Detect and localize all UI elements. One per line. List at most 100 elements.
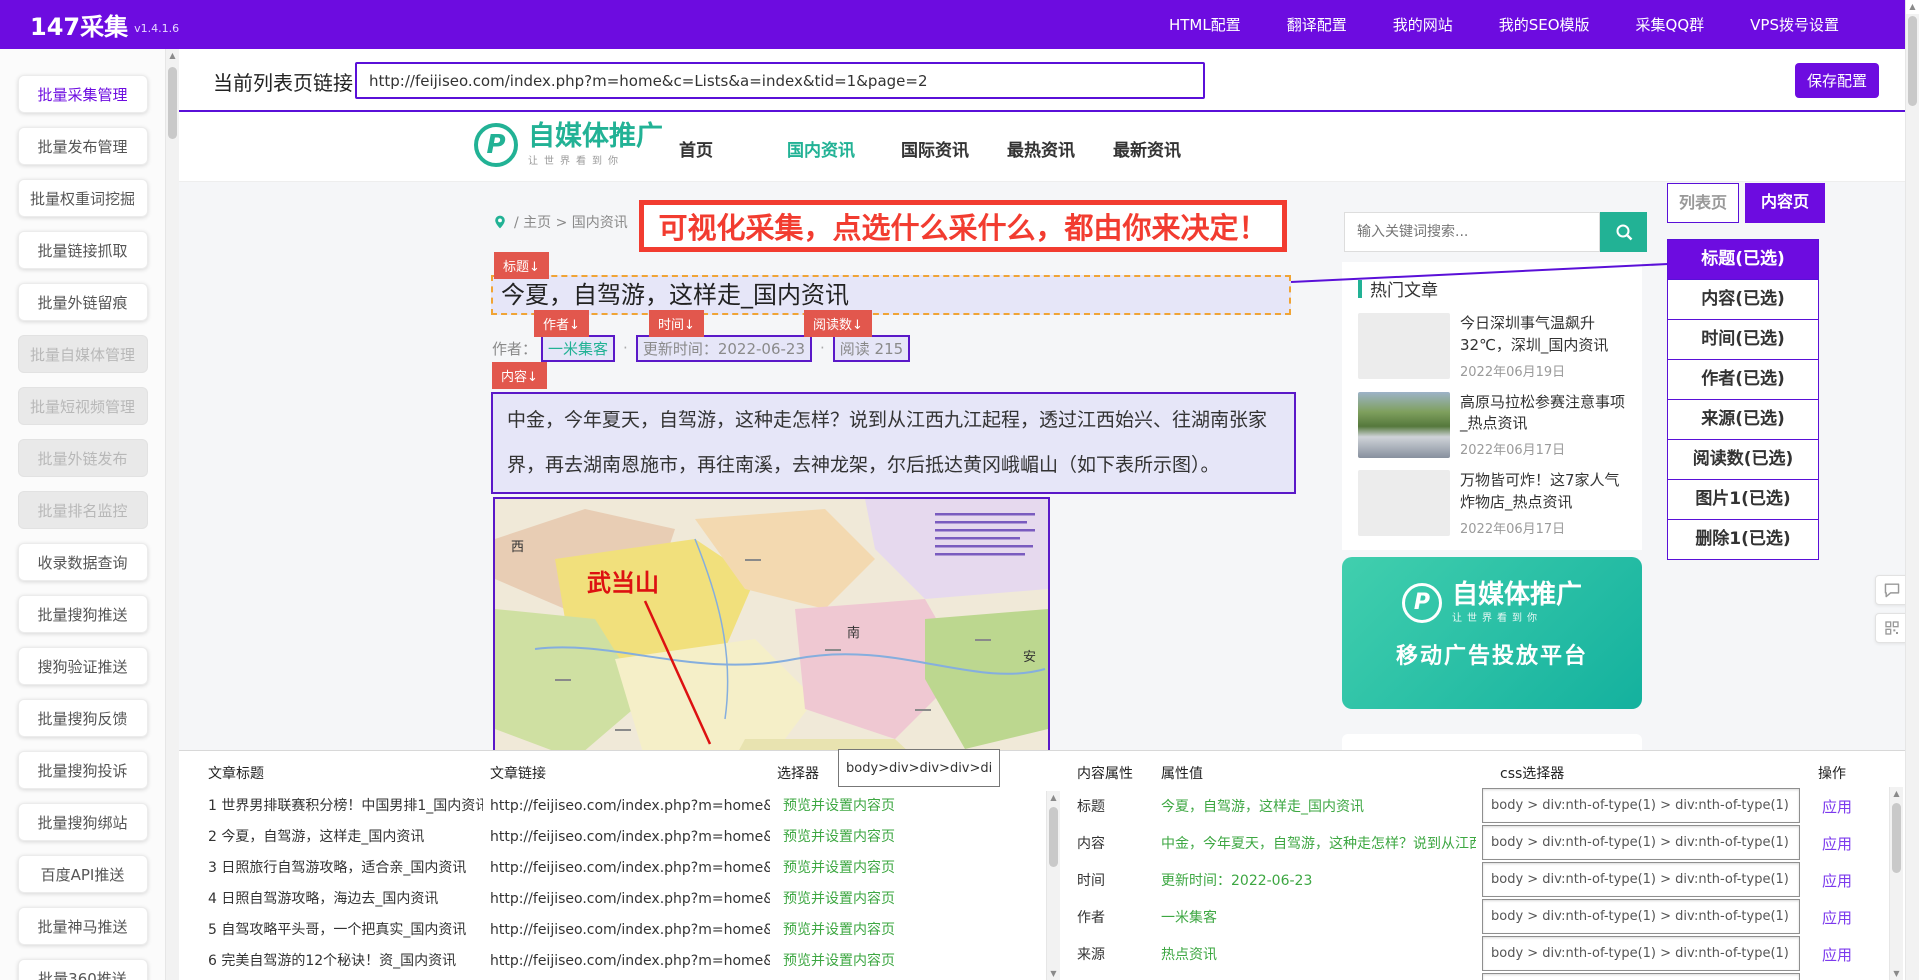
topnav-translate-config[interactable]: 翻译配置 (1287, 14, 1347, 35)
sitenav-domestic[interactable]: 国内资讯 (787, 136, 855, 161)
window-scrollbar[interactable]: ▲ (1905, 0, 1919, 980)
list-scroll-thumb[interactable] (1049, 807, 1058, 867)
field-title[interactable]: 标题(已选) (1667, 239, 1819, 280)
field-image1[interactable]: 图片1(已选) (1667, 479, 1819, 520)
sidebar-item-sogou-bind[interactable]: 批量搜狗绑站 (18, 803, 148, 841)
apply-link[interactable]: 应用 (1822, 944, 1852, 965)
field-content[interactable]: 内容(已选) (1667, 279, 1819, 320)
site-logo[interactable]: P 自媒体推广 让世界看到你 (474, 122, 663, 167)
ad-banner[interactable]: P 自媒体推广 让世界看到你 移动广告投放平台 (1342, 557, 1642, 709)
row-link[interactable]: http://feijiseo.com/index.php?m=home&c=V… (490, 822, 770, 853)
field-views[interactable]: 阅读数(已选) (1667, 439, 1819, 480)
field-time[interactable]: 时间(已选) (1667, 319, 1819, 360)
author-tag[interactable]: 作者↓ (534, 310, 589, 337)
sitenav-hottest[interactable]: 最热资讯 (1007, 136, 1075, 161)
window-scroll-thumb[interactable] (1908, 16, 1917, 106)
author-selection[interactable]: 一米集客 (541, 335, 615, 362)
article-title-selection[interactable]: 今夏，自驾游，这样走_国内资讯 (491, 275, 1291, 315)
hot-article-title[interactable]: 今日深圳事气温飙升32℃，深圳_国内资讯 (1460, 313, 1626, 357)
content-tag[interactable]: 内容↓ (492, 362, 547, 389)
sidebar-item-shenma-push[interactable]: 批量神马推送 (18, 907, 148, 945)
list-selector-input[interactable] (838, 749, 1000, 787)
scroll-up-icon[interactable]: ▲ (1906, 0, 1919, 14)
sidebar-scrollbar[interactable]: ▲ (165, 49, 179, 980)
row-link[interactable]: http://feijiseo.com/index.php?m=home&c=V… (490, 884, 770, 915)
sidebar-item-360-push[interactable]: 批量360推送 (18, 959, 148, 980)
topnav-html-config[interactable]: HTML配置 (1169, 14, 1241, 35)
hot-article-title[interactable]: 万物皆可炸！这7家人气炸物店_热点资讯 (1460, 470, 1626, 514)
views-selection[interactable]: 阅读 215 (833, 335, 910, 362)
hot-article-item[interactable]: 今日深圳事气温飙升32℃，深圳_国内资讯 2022年06月19日 (1358, 313, 1626, 380)
sidebar-item-sogou-push[interactable]: 批量搜狗推送 (18, 595, 148, 633)
sidebar-item-sogou-verify-push[interactable]: 搜狗验证推送 (18, 647, 148, 685)
apply-link[interactable]: 应用 (1822, 870, 1852, 891)
preview-set-content-link[interactable]: 预览并设置内容页 (783, 915, 895, 946)
field-author[interactable]: 作者(已选) (1667, 359, 1819, 400)
row-link[interactable]: http://feijiseo.com/index.php?m=home&c=V… (490, 791, 770, 822)
attr-scroll-thumb[interactable] (1892, 803, 1901, 873)
css-selector-input[interactable] (1482, 788, 1800, 823)
sidebar-item-link-grab[interactable]: 批量链接抓取 (18, 231, 148, 269)
topnav-my-sites[interactable]: 我的网站 (1393, 14, 1453, 35)
chat-button[interactable] (1875, 575, 1909, 605)
css-selector-input[interactable] (1482, 825, 1800, 860)
sidebar-item-sogou-feedback[interactable]: 批量搜狗反馈 (18, 699, 148, 737)
preview-set-content-link[interactable]: 预览并设置内容页 (783, 884, 895, 915)
scroll-up-icon[interactable]: ▲ (166, 49, 179, 63)
sidebar-item-backlink-trace[interactable]: 批量外链留痕 (18, 283, 148, 321)
sidebar-scroll-thumb[interactable] (168, 67, 177, 139)
time-tag[interactable]: 时间↓ (649, 310, 704, 337)
apply-link[interactable]: 应用 (1822, 796, 1852, 817)
time-selection[interactable]: 更新时间：2022-06-23 (636, 335, 812, 362)
hot-article-title[interactable]: 高原马拉松参赛注意事项_热点资讯 (1460, 392, 1626, 436)
css-selector-input[interactable] (1482, 899, 1800, 934)
css-selector-input[interactable] (1482, 973, 1800, 980)
scroll-up-icon[interactable]: ▲ (1047, 791, 1060, 805)
attr-table-scrollbar[interactable]: ▲ ▼ (1889, 787, 1903, 980)
sitenav-home[interactable]: 首页 (679, 136, 713, 161)
sitenav-international[interactable]: 国际资讯 (901, 136, 969, 161)
scroll-down-icon[interactable]: ▼ (1047, 967, 1060, 980)
css-selector-input[interactable] (1482, 936, 1800, 971)
sidebar-item-index-query[interactable]: 收录数据查询 (18, 543, 148, 581)
sidebar-item-sogou-complaint[interactable]: 批量搜狗投诉 (18, 751, 148, 789)
speech-bubble-icon (1883, 582, 1901, 598)
scroll-up-icon[interactable]: ▲ (1890, 787, 1903, 801)
search-input[interactable] (1344, 212, 1600, 252)
hot-article-item[interactable]: 高原马拉松参赛注意事项_热点资讯 2022年06月17日 (1358, 392, 1626, 459)
apply-link[interactable]: 应用 (1822, 907, 1852, 928)
scroll-down-icon[interactable]: ▼ (1890, 967, 1903, 980)
list-table-scrollbar[interactable]: ▲ ▼ (1046, 791, 1060, 980)
search-button[interactable] (1600, 212, 1647, 252)
save-config-button[interactable]: 保存配置 (1795, 63, 1879, 98)
article-content-selection[interactable]: 中金，今年夏天，自驾游，这种走怎样？说到从江西九江起程，透过江西始兴、往湖南张家… (491, 392, 1296, 494)
site-header: P 自媒体推广 让世界看到你 首页 国内资讯 国际资讯 最热资讯 最新资讯 (179, 112, 1919, 182)
topnav-seo-templates[interactable]: 我的SEO模版 (1499, 14, 1590, 35)
sidebar-item-publish-manage[interactable]: 批量发布管理 (18, 127, 148, 165)
hot-article-item[interactable]: 万物皆可炸！这7家人气炸物店_热点资讯 2022年06月17日 (1358, 470, 1626, 537)
tab-list-page[interactable]: 列表页 (1667, 183, 1739, 223)
topnav-qq-group[interactable]: 采集QQ群 (1636, 14, 1705, 35)
sidebar-item-baidu-api-push[interactable]: 百度API推送 (18, 855, 148, 893)
preview-set-content-link[interactable]: 预览并设置内容页 (783, 822, 895, 853)
field-source[interactable]: 来源(已选) (1667, 399, 1819, 440)
row-link[interactable]: http://feijiseo.com/index.php?m=home&c=V… (490, 853, 770, 884)
css-selector-input[interactable] (1482, 862, 1800, 897)
sitenav-latest[interactable]: 最新资讯 (1113, 136, 1181, 161)
preview-set-content-link[interactable]: 预览并设置内容页 (783, 853, 895, 884)
tab-content-page[interactable]: 内容页 (1745, 183, 1825, 223)
apply-link[interactable]: 应用 (1822, 833, 1852, 854)
sidebar-item-collect-manage[interactable]: 批量采集管理 (18, 75, 148, 113)
app-window: 147采集 v1.4.1.6 HTML配置 翻译配置 我的网站 我的SEO模版 … (0, 0, 1919, 980)
list-url-input[interactable] (355, 62, 1205, 99)
sidebar-item-keyword-mining[interactable]: 批量权重词挖掘 (18, 179, 148, 217)
qr-code-button[interactable] (1875, 613, 1909, 643)
preview-set-content-link[interactable]: 预览并设置内容页 (783, 791, 895, 822)
views-tag[interactable]: 阅读数↓ (804, 310, 872, 337)
preview-set-content-link[interactable]: 预览并设置内容页 (783, 946, 895, 977)
title-tag[interactable]: 标题↓ (494, 252, 549, 279)
row-link[interactable]: http://feijiseo.com/index.php?m=home&c=V… (490, 946, 770, 977)
field-delete1[interactable]: 删除1(已选) (1667, 519, 1819, 560)
topnav-vps-dial[interactable]: VPS拨号设置 (1750, 14, 1839, 35)
row-link[interactable]: http://feijiseo.com/index.php?m=home&c=V… (490, 915, 770, 946)
